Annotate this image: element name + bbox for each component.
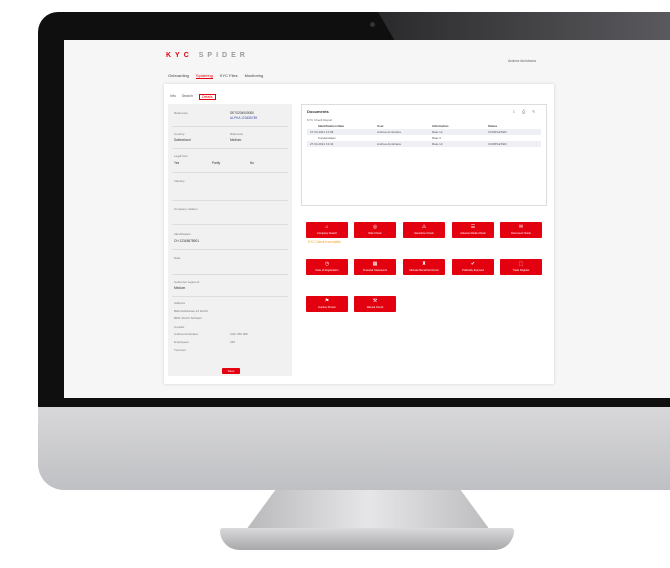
monitor-chin <box>38 407 670 490</box>
ubo-button[interactable]: ♜ Ultimate Beneficial Owner <box>403 259 445 275</box>
nav-onboarding[interactable]: Onboarding <box>168 73 189 79</box>
monitor-stand <box>246 490 490 530</box>
download-icon[interactable]: ⇩ <box>512 109 515 114</box>
details-panel: Reference DE70204000000 ALPHA 123456789 … <box>168 104 292 376</box>
document-check-button[interactable]: ✉ Document Check <box>500 222 542 238</box>
row-status: COMPLETED <box>488 130 507 134</box>
divider <box>172 249 288 250</box>
target-icon: ◎ <box>372 224 378 230</box>
legal-form-label: Legal form <box>174 154 189 158</box>
risk-value[interactable]: Medium <box>230 138 241 142</box>
address-line: 8001 Zürich Schweiz <box>174 316 202 320</box>
turnover-label: Turnover <box>174 348 186 352</box>
warning-icon: ⚠ <box>421 224 427 230</box>
divider <box>172 224 288 225</box>
monitor-base <box>220 528 514 550</box>
address-label: Address <box>174 301 186 305</box>
employees-value: 245 <box>230 340 236 344</box>
divider <box>172 172 288 173</box>
col-status: Status <box>488 124 498 128</box>
identification-value[interactable]: CH 12345678901 <box>174 239 199 243</box>
divider <box>172 200 288 201</box>
manual-check-button[interactable]: ⚒ Manual Check <box>354 296 396 312</box>
risk-check-button[interactable]: ◎ Risk Check <box>354 222 396 238</box>
warning-text: KYC Check incomplete <box>308 240 341 244</box>
documents-panel: Documents ⇩ ⎙ ✎ KYC Check Report Identif… <box>301 104 547 206</box>
nav-kyc-files[interactable]: KYC Files <box>220 73 238 79</box>
save-button[interactable]: Save <box>222 368 240 374</box>
reference-link[interactable]: ALPHA 123456789 <box>230 116 257 120</box>
tower-icon: ♜ <box>421 261 427 267</box>
segment-value[interactable]: Medium <box>174 286 185 290</box>
divider <box>172 296 288 297</box>
segment-label: Customer segment <box>174 280 200 284</box>
tab-details[interactable]: Details <box>198 94 216 100</box>
row-user: Andrea Amistrana <box>377 142 401 146</box>
documents-subtitle: KYC Check Report <box>307 118 333 122</box>
row-info: Rate 12 <box>432 142 443 146</box>
divider <box>172 126 288 127</box>
row-status: COMPLETED <box>488 142 507 146</box>
country-value[interactable]: Switzerland <box>174 138 190 142</box>
reference-value: DE70204000000 <box>230 111 254 115</box>
check-icon: ✔ <box>470 261 476 267</box>
clock-icon: ◷ <box>324 261 330 267</box>
col-user: User <box>377 124 384 128</box>
hammer-icon: ⚒ <box>372 298 378 304</box>
nav-spidering[interactable]: Spidering <box>195 73 213 79</box>
legal-option-yes[interactable]: Yes <box>174 161 179 165</box>
legal-option-no[interactable]: No <box>250 161 254 165</box>
company-relation-label: Company relation <box>174 207 198 211</box>
documents-title: Documents <box>307 109 329 114</box>
sub-tabs: Info Search Details <box>170 94 216 100</box>
row-date: 27.04.2021 13:44 <box>310 142 334 146</box>
legal-option-partly[interactable]: Partly <box>212 161 220 165</box>
turnover-value: CHF 250 000 <box>230 332 248 336</box>
row-link[interactable]: Kundendaten <box>318 136 336 140</box>
edit-icon[interactable]: ✎ <box>532 109 535 114</box>
risk-label: Risk level <box>230 132 243 136</box>
camera-dot <box>370 22 375 27</box>
trade-register-button[interactable]: ⬚ Trade Register <box>500 259 542 275</box>
financial-statements-button[interactable]: ▦ Financial Statements <box>354 259 396 275</box>
register-icon: ⬚ <box>518 261 524 267</box>
employees-label: Employees <box>174 340 189 344</box>
address-line: Bahnhofstrasse 22 Zürich <box>174 309 209 313</box>
date-label: Date <box>174 256 181 260</box>
inactive-person-button[interactable]: ⚑ Inactive Person <box>306 296 348 312</box>
company-search-button[interactable]: ⌂ Company Search <box>306 222 348 238</box>
col-date: Identification Date <box>318 124 345 128</box>
contact-label: Contact <box>174 325 185 329</box>
row-info: Rate 12 <box>432 130 443 134</box>
sanctions-check-button[interactable]: ⚠ Sanctions Check <box>403 222 445 238</box>
nav-monitoring[interactable]: Monitoring <box>245 73 264 79</box>
row-user: Andrea Amistrana <box>377 130 401 134</box>
bezel-reflection <box>378 12 670 42</box>
main-nav: Onboarding Spidering KYC Files Monitorin… <box>168 73 263 79</box>
tab-info[interactable]: Info <box>170 94 176 100</box>
envelope-icon: ✉ <box>518 224 524 230</box>
app-logo[interactable]: KYC SPIDER <box>166 52 249 59</box>
divider <box>172 148 288 149</box>
country-label: Country <box>174 132 185 136</box>
reference-label: Reference <box>174 111 188 115</box>
list-icon: ☰ <box>470 224 476 230</box>
print-icon[interactable]: ⎙ <box>522 109 525 114</box>
registration-date-button[interactable]: ◷ Date of Registration <box>306 259 348 275</box>
industry-label: Industry <box>174 179 185 183</box>
identification-label: Identification <box>174 232 191 236</box>
home-icon: ⌂ <box>325 224 329 230</box>
pep-button[interactable]: ✔ Politically Exposed <box>452 259 494 275</box>
divider <box>172 274 288 275</box>
adverse-media-button[interactable]: ☰ Adverse Media Check <box>452 222 494 238</box>
user-name[interactable]: Andrea Amistrana <box>508 59 536 63</box>
tab-search[interactable]: Search <box>182 94 193 100</box>
row-date: 27.04.2021 14:08 <box>310 130 334 134</box>
grid-icon: ▦ <box>372 261 378 267</box>
flag-icon: ⚑ <box>324 298 330 304</box>
row-info: Rate 3 <box>432 136 441 140</box>
contact-name: Andrea Amistrana <box>174 332 198 336</box>
col-info: Information <box>432 124 449 128</box>
